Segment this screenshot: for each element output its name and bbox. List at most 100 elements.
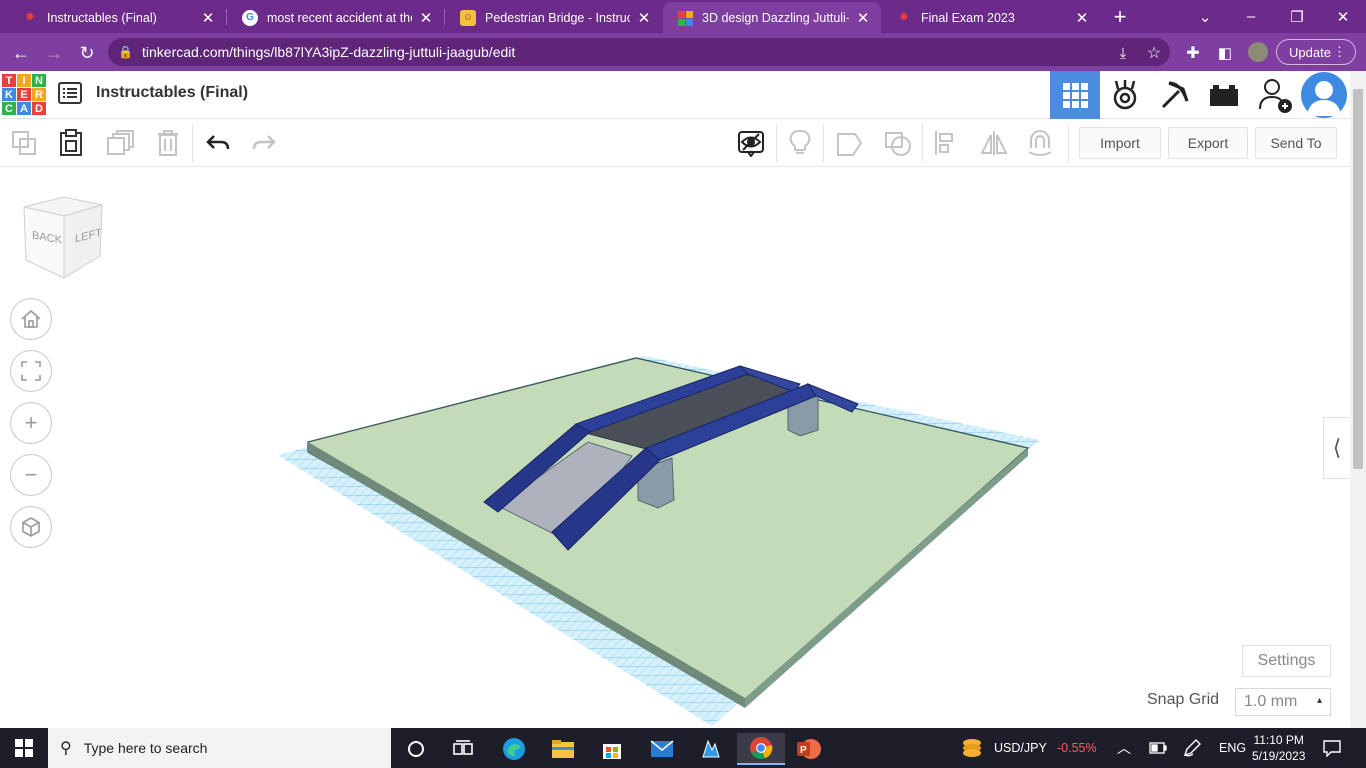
battery-icon[interactable]	[1149, 728, 1167, 768]
user-avatar[interactable]	[1301, 72, 1347, 118]
windows-start-icon[interactable]	[2, 728, 46, 768]
delete-trash-icon[interactable]	[152, 127, 184, 159]
design-list-icon[interactable]	[58, 82, 82, 104]
tab-google-search[interactable]: G most recent accident at the n ✕	[228, 2, 444, 33]
export-button[interactable]: Export	[1168, 127, 1248, 159]
address-bar[interactable]: 🔒 tinkercad.com/things/lb87lYA3ipZ-dazzl…	[108, 38, 1170, 66]
more-menu-icon[interactable]: ⋮	[1333, 44, 1346, 60]
cruise-magnet-icon[interactable]	[1024, 127, 1056, 159]
toolbar-divider	[922, 124, 923, 162]
extensions-puzzle-icon[interactable]: ✚	[1180, 40, 1206, 66]
tab-final-exam[interactable]: ✹ Final Exam 2023 ✕	[882, 2, 1100, 33]
close-tab-icon[interactable]: ✕	[200, 9, 216, 27]
toolbar-divider	[1068, 124, 1069, 162]
tab-tinkercad-design[interactable]: 3D design Dazzling Juttuli-Ja ✕	[663, 2, 881, 33]
task-view-icon[interactable]	[441, 733, 485, 765]
file-explorer-icon[interactable]	[541, 733, 585, 765]
close-tab-icon[interactable]: ✕	[855, 9, 871, 27]
shapes-panel-toggle-chevron-icon[interactable]: ⟨	[1323, 417, 1350, 479]
install-app-icon[interactable]: ⤓	[1110, 40, 1136, 66]
codeblocks-icon[interactable]	[1100, 71, 1150, 119]
tinkercad-icon	[677, 10, 693, 26]
ticker-change: -0.55%	[1057, 741, 1097, 755]
forward-arrow-icon[interactable]: →	[41, 40, 67, 66]
import-button[interactable]: Import	[1079, 127, 1161, 159]
pen-workspace-icon[interactable]	[1183, 728, 1201, 768]
lock-icon: 🔒	[118, 45, 133, 59]
view-cube[interactable]: BACK LEFT	[20, 194, 106, 282]
snap-grid-label: Snap Grid	[1147, 691, 1220, 708]
mail-icon[interactable]	[640, 733, 684, 765]
minimize-icon[interactable]: –	[1228, 0, 1274, 33]
show-all-eye-icon[interactable]	[735, 127, 767, 159]
clock-time: 11:10 PM	[1253, 733, 1304, 747]
reload-icon[interactable]: ↻	[74, 40, 100, 66]
stock-coins-icon[interactable]	[960, 728, 984, 768]
google-icon: G	[242, 9, 258, 26]
tab-pedestrian-bridge[interactable]: ☺ Pedestrian Bridge - Instructab ✕	[446, 2, 662, 33]
edge-browser-icon[interactable]	[492, 733, 536, 765]
blue-app-icon[interactable]	[689, 733, 733, 765]
toolbar-divider	[776, 124, 777, 162]
tinkercad-logo[interactable]: T I N K E R C A D	[2, 74, 46, 116]
caret-updown-icon: ▴	[1316, 695, 1322, 706]
toolbar-divider	[192, 124, 193, 162]
tab-search-chevron-icon[interactable]: ⌄	[1182, 0, 1228, 33]
perspective-toggle-icon[interactable]	[10, 506, 52, 548]
duplicate-icon[interactable]	[104, 127, 136, 159]
taskbar-search-box[interactable]: ⚲ Type here to search	[48, 728, 391, 768]
svg-text:P: P	[800, 745, 807, 756]
3d-scene[interactable]	[270, 350, 1050, 730]
clock-date: 5/19/2023	[1252, 749, 1306, 763]
instructables-icon: ✹	[25, 12, 35, 23]
language-indicator[interactable]: ENG	[1219, 728, 1246, 768]
fit-view-icon[interactable]	[10, 350, 52, 392]
redo-arrow-icon[interactable]	[248, 127, 280, 159]
minecraft-pickaxe-icon[interactable]	[1150, 71, 1200, 119]
home-view-icon[interactable]	[10, 298, 52, 340]
show-hidden-icons-chevron-icon[interactable]: ︿	[1117, 728, 1131, 768]
close-tab-icon[interactable]: ✕	[418, 9, 434, 27]
scrollbar-thumb[interactable]	[1353, 89, 1363, 469]
toolbar-divider	[823, 124, 824, 162]
bricks-icon[interactable]	[1199, 71, 1249, 119]
back-arrow-icon[interactable]: ←	[8, 40, 34, 66]
tab-instructables-final[interactable]: ✹ Instructables (Final) ✕	[8, 2, 226, 33]
zoom-in-icon[interactable]: +	[10, 402, 52, 444]
close-tab-icon[interactable]: ✕	[1074, 9, 1090, 27]
notifications-icon[interactable]	[1322, 728, 1342, 768]
clock[interactable]: 11:10 PM 5/19/2023	[1252, 728, 1305, 768]
snap-grid-select[interactable]: 1.0 mm ▴	[1235, 688, 1331, 716]
search-icon: ⚲	[60, 740, 72, 757]
profile-avatar[interactable]	[1248, 42, 1268, 62]
restore-icon[interactable]: ❐	[1274, 0, 1320, 33]
close-tab-icon[interactable]: ✕	[636, 9, 652, 27]
ungroup-icon[interactable]	[882, 127, 914, 159]
3d-view-grid-icon[interactable]	[1050, 71, 1100, 119]
undo-arrow-icon[interactable]	[202, 127, 234, 159]
powerpoint-icon[interactable]: P	[787, 733, 831, 765]
ticker-symbol[interactable]: USD/JPY	[994, 728, 1047, 768]
notes-lightbulb-icon[interactable]	[784, 127, 816, 159]
mirror-icon[interactable]	[978, 127, 1010, 159]
invite-user-icon[interactable]	[1250, 71, 1300, 119]
microsoft-store-icon[interactable]	[590, 733, 634, 765]
zoom-out-icon[interactable]: −	[10, 454, 52, 496]
new-tab-icon[interactable]: +	[1108, 4, 1132, 30]
align-icon[interactable]	[930, 127, 962, 159]
tab-divider	[226, 9, 227, 25]
paste-icon[interactable]	[55, 127, 87, 159]
settings-button[interactable]: Settings	[1242, 645, 1331, 677]
close-window-icon[interactable]: ✕	[1320, 0, 1366, 33]
group-icon[interactable]	[833, 127, 865, 159]
project-title[interactable]: Instructables (Final)	[96, 84, 248, 102]
cortana-circle-icon[interactable]	[394, 733, 438, 765]
update-button[interactable]: Update ⋮	[1276, 39, 1356, 65]
page-scrollbar[interactable]	[1350, 71, 1366, 728]
send-to-button[interactable]: Send To	[1255, 127, 1337, 159]
chrome-browser-icon[interactable]	[737, 733, 785, 765]
instructables-icon: ✹	[899, 12, 909, 23]
copy-icon[interactable]	[8, 127, 40, 159]
side-panel-icon[interactable]: ◧	[1212, 40, 1238, 66]
bookmark-star-icon[interactable]: ☆	[1141, 40, 1167, 66]
